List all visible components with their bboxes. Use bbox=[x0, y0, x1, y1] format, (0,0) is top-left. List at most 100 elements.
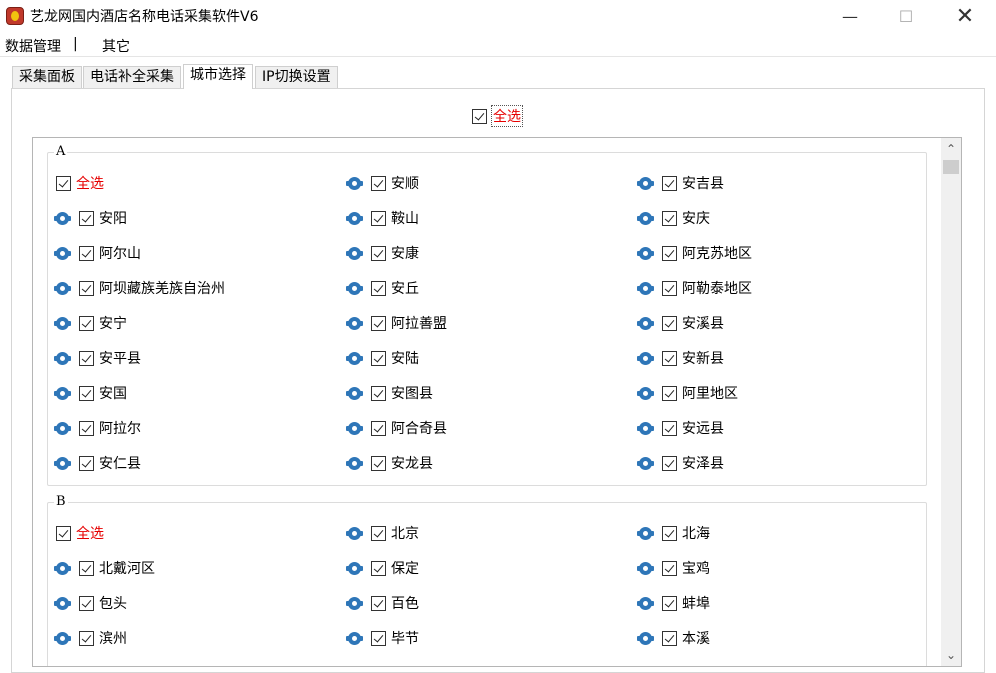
gear-icon[interactable] bbox=[637, 561, 654, 575]
city-item[interactable]: 北京 bbox=[346, 523, 419, 543]
city-checkbox[interactable] bbox=[371, 175, 386, 191]
city-checkbox[interactable] bbox=[371, 315, 386, 331]
city-checkbox[interactable] bbox=[56, 175, 71, 191]
gear-icon[interactable] bbox=[346, 421, 363, 435]
city-scroll-area[interactable]: A 全选 安顺 安吉县 安阳 鞍山 安庆 阿尔山 安康 阿克苏地区 阿坝藏族羌族自治州 安丘 阿勒泰地… bbox=[32, 137, 962, 667]
city-item[interactable]: 阿里地区 bbox=[637, 383, 738, 403]
city-item[interactable]: 包头 bbox=[54, 593, 127, 613]
city-item[interactable]: 安龙县 bbox=[346, 453, 433, 473]
city-item[interactable]: 滨州 bbox=[54, 628, 127, 648]
city-checkbox[interactable] bbox=[662, 385, 677, 401]
gear-icon[interactable] bbox=[637, 176, 654, 190]
city-checkbox[interactable] bbox=[662, 560, 677, 576]
tab-phone-complete[interactable]: 电话补全采集 bbox=[83, 66, 181, 88]
city-checkbox[interactable] bbox=[79, 630, 94, 646]
gear-icon[interactable] bbox=[637, 246, 654, 260]
city-item[interactable]: 阿拉尔 bbox=[54, 418, 141, 438]
city-checkbox[interactable] bbox=[79, 385, 94, 401]
city-item[interactable]: 阿克苏地区 bbox=[637, 243, 752, 263]
maximize-button[interactable]: ☐ bbox=[883, 0, 929, 32]
gear-icon[interactable] bbox=[346, 631, 363, 645]
city-checkbox[interactable] bbox=[79, 420, 94, 436]
city-item[interactable]: 安顺 bbox=[346, 173, 419, 193]
gear-icon[interactable] bbox=[54, 351, 71, 365]
gear-icon[interactable] bbox=[346, 176, 363, 190]
city-item[interactable]: 北海 bbox=[637, 523, 710, 543]
city-item[interactable]: 安康 bbox=[346, 243, 419, 263]
gear-icon[interactable] bbox=[346, 526, 363, 540]
city-checkbox[interactable] bbox=[371, 595, 386, 611]
gear-icon[interactable] bbox=[54, 211, 71, 225]
gear-icon[interactable] bbox=[346, 386, 363, 400]
gear-icon[interactable] bbox=[346, 351, 363, 365]
city-checkbox[interactable] bbox=[662, 630, 677, 646]
select-all-checkbox[interactable] bbox=[472, 108, 487, 124]
city-item[interactable]: 本溪 bbox=[637, 628, 710, 648]
city-checkbox[interactable] bbox=[371, 245, 386, 261]
gear-icon[interactable] bbox=[637, 456, 654, 470]
city-checkbox[interactable] bbox=[662, 245, 677, 261]
city-checkbox[interactable] bbox=[662, 595, 677, 611]
city-item[interactable]: 安丘 bbox=[346, 278, 419, 298]
city-checkbox[interactable] bbox=[371, 525, 386, 541]
city-item[interactable]: 安阳 bbox=[54, 208, 127, 228]
city-checkbox[interactable] bbox=[662, 420, 677, 436]
city-checkbox[interactable] bbox=[662, 350, 677, 366]
city-item[interactable]: 安图县 bbox=[346, 383, 433, 403]
gear-icon[interactable] bbox=[346, 281, 363, 295]
city-checkbox[interactable] bbox=[79, 595, 94, 611]
gear-icon[interactable] bbox=[54, 421, 71, 435]
city-item[interactable]: 北戴河区 bbox=[54, 558, 155, 578]
city-checkbox[interactable] bbox=[79, 245, 94, 261]
gear-icon[interactable] bbox=[346, 211, 363, 225]
city-item[interactable]: 蚌埠 bbox=[637, 593, 710, 613]
city-checkbox[interactable] bbox=[662, 315, 677, 331]
city-checkbox[interactable] bbox=[371, 455, 386, 471]
city-item[interactable]: 安陆 bbox=[346, 348, 419, 368]
city-item[interactable]: 阿合奇县 bbox=[346, 418, 447, 438]
city-item[interactable]: 安国 bbox=[54, 383, 127, 403]
menu-other[interactable]: 其它 bbox=[102, 36, 130, 56]
city-checkbox[interactable] bbox=[662, 210, 677, 226]
tab-city-select[interactable]: 城市选择 bbox=[183, 64, 253, 89]
gear-icon[interactable] bbox=[346, 246, 363, 260]
gear-icon[interactable] bbox=[637, 351, 654, 365]
city-item[interactable]: 保定 bbox=[346, 558, 419, 578]
gear-icon[interactable] bbox=[54, 246, 71, 260]
group-select-all[interactable]: 全选 bbox=[56, 523, 104, 543]
city-checkbox[interactable] bbox=[371, 350, 386, 366]
gear-icon[interactable] bbox=[346, 561, 363, 575]
city-item[interactable]: 安庆 bbox=[637, 208, 710, 228]
city-item[interactable]: 阿尔山 bbox=[54, 243, 141, 263]
city-checkbox[interactable] bbox=[371, 420, 386, 436]
city-item[interactable]: 安泽县 bbox=[637, 453, 724, 473]
city-checkbox[interactable] bbox=[371, 560, 386, 576]
city-checkbox[interactable] bbox=[371, 280, 386, 296]
city-checkbox[interactable] bbox=[371, 630, 386, 646]
scroll-down-icon[interactable]: ⌄ bbox=[941, 646, 961, 664]
gear-icon[interactable] bbox=[637, 596, 654, 610]
gear-icon[interactable] bbox=[637, 421, 654, 435]
gear-icon[interactable] bbox=[346, 316, 363, 330]
gear-icon[interactable] bbox=[346, 456, 363, 470]
gear-icon[interactable] bbox=[54, 561, 71, 575]
gear-icon[interactable] bbox=[637, 526, 654, 540]
city-item[interactable]: 安宁 bbox=[54, 313, 127, 333]
city-checkbox[interactable] bbox=[662, 455, 677, 471]
city-item[interactable]: 百色 bbox=[346, 593, 419, 613]
city-item[interactable]: 安溪县 bbox=[637, 313, 724, 333]
city-item[interactable]: 阿勒泰地区 bbox=[637, 278, 752, 298]
city-checkbox[interactable] bbox=[371, 210, 386, 226]
city-checkbox[interactable] bbox=[79, 560, 94, 576]
gear-icon[interactable] bbox=[637, 386, 654, 400]
city-checkbox[interactable] bbox=[79, 455, 94, 471]
scroll-up-icon[interactable]: ⌃ bbox=[941, 140, 961, 158]
city-checkbox[interactable] bbox=[662, 175, 677, 191]
scroll-thumb[interactable] bbox=[943, 160, 959, 174]
tab-collect-panel[interactable]: 采集面板 bbox=[12, 66, 82, 88]
select-all-global[interactable]: 全选 bbox=[472, 105, 523, 127]
gear-icon[interactable] bbox=[54, 456, 71, 470]
city-item[interactable]: 阿拉善盟 bbox=[346, 313, 447, 333]
gear-icon[interactable] bbox=[637, 316, 654, 330]
city-item[interactable]: 阿坝藏族羌族自治州 bbox=[54, 278, 225, 298]
